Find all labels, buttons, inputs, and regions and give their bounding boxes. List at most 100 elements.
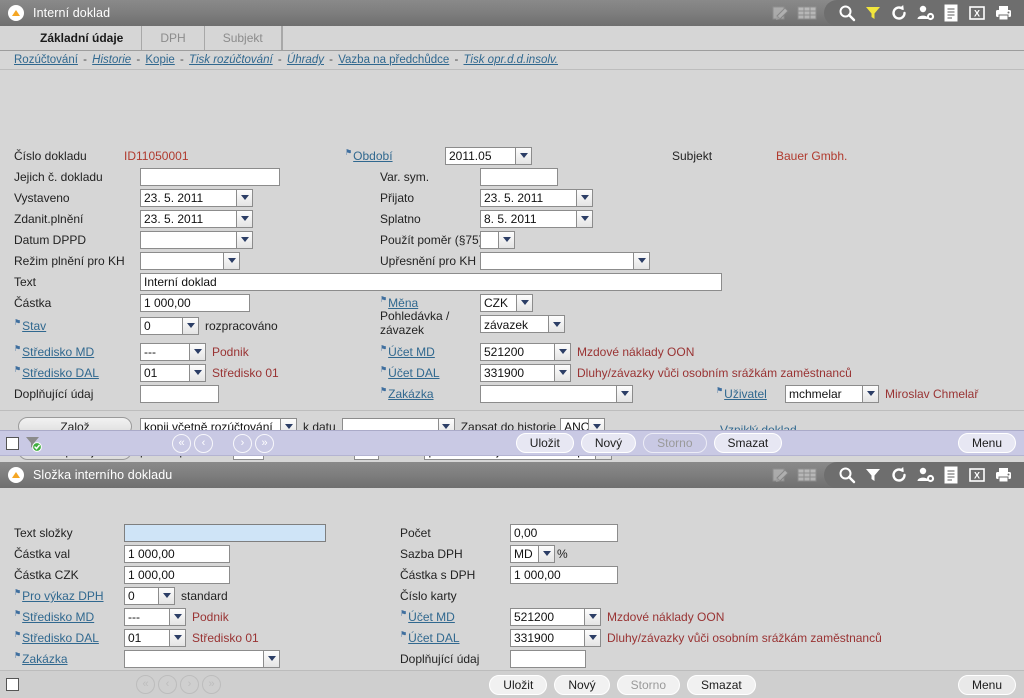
splatno-combo[interactable]: 8. 5. 2011 [480,209,593,228]
chevron-down-icon[interactable] [554,342,571,361]
refresh-icon[interactable] [886,462,912,488]
novy-button[interactable]: Nový [554,674,610,695]
stav-link[interactable]: Stav [22,319,46,333]
ucet-dal-link[interactable]: Účet DAL [388,366,439,380]
ucet-dal-combo[interactable]: 331900 [510,628,601,647]
tab-zakladni-udaje[interactable]: Základní údaje [22,26,143,50]
nav-prev-button[interactable]: ‹ [194,433,213,453]
pouzit-pomer-combo[interactable] [480,230,515,249]
tab-subjekt[interactable]: Subjekt [205,26,282,50]
zdanit-plneni-combo[interactable]: 23. 5. 2011 [140,209,253,228]
statusbar2-checkbox[interactable] [6,678,19,691]
zakazka-combo[interactable] [480,384,633,403]
castka-input[interactable] [140,293,250,312]
chevron-down-icon[interactable] [236,209,253,228]
menu-button[interactable]: Menu [957,433,1016,453]
chevron-down-icon[interactable] [862,384,879,403]
text-slozky-input[interactable] [124,523,326,542]
chevron-down-icon[interactable] [548,315,565,333]
stredisko-dal-link[interactable]: Středisko DAL [22,631,99,645]
prijato-combo[interactable]: 23. 5. 2011 [480,188,593,207]
ucet-dal-combo[interactable]: 331900 [480,363,571,382]
zakazka-combo[interactable] [124,649,280,668]
chevron-down-icon[interactable] [169,607,186,626]
chevron-down-icon[interactable] [223,251,240,270]
link-rozuctovani[interactable]: Rozúčtování [14,54,78,66]
filter-ok-icon[interactable] [25,435,42,452]
chevron-down-icon[interactable] [236,188,253,207]
tab-dph[interactable]: DPH [142,26,205,50]
statusbar1-checkbox[interactable] [6,436,19,450]
ucet-md-combo[interactable]: 521200 [480,342,571,361]
smazat-button[interactable]: Smazat [687,674,756,695]
chevron-down-icon[interactable] [189,363,206,382]
user-settings-icon[interactable] [912,0,938,26]
nav-first-button[interactable]: « [172,433,191,453]
document-icon[interactable] [938,0,964,26]
jejich-c-dokladu-input[interactable] [140,167,280,186]
ulozit-button[interactable]: Uložit [489,674,548,695]
table-grid-icon[interactable] [794,0,820,26]
rezim-plneni-kh-combo[interactable] [140,251,240,270]
refresh-icon[interactable] [886,0,912,26]
stredisko-md-combo[interactable]: --- [140,342,206,361]
nav-next-button[interactable]: › [233,433,252,453]
chevron-down-icon[interactable] [538,544,555,563]
filter-funnel-icon[interactable] [860,462,886,488]
chevron-down-icon[interactable] [498,230,515,249]
chevron-down-icon[interactable] [616,384,633,403]
zakazka-link[interactable]: Zakázka [22,652,67,666]
edit-icon[interactable] [768,0,794,26]
document-icon[interactable] [938,462,964,488]
chevron-down-icon[interactable] [189,342,206,361]
stredisko-dal-combo[interactable]: 01 [124,628,186,647]
vystaveno-combo[interactable]: 23. 5. 2011 [140,188,253,207]
ucet-md-link[interactable]: Účet MD [388,345,435,359]
search-icon[interactable] [834,462,860,488]
filter-funnel-icon[interactable] [860,0,886,26]
chevron-down-icon[interactable] [576,188,593,207]
obdobi-combo[interactable]: 2011.05 [445,146,532,165]
castka-czk-input[interactable] [124,565,230,584]
table-grid-icon[interactable] [794,462,820,488]
doplnujici-udaj-input[interactable] [510,649,586,668]
stav-combo[interactable]: 0 [140,316,199,335]
chevron-down-icon[interactable] [576,209,593,228]
chevron-down-icon[interactable] [554,363,571,382]
link-tisk-rozuctovani[interactable]: Tisk rozúčtování [189,54,273,66]
excel-export-icon[interactable]: X [964,462,990,488]
uzivatel-combo[interactable]: mchmelar [785,384,879,403]
doplnujici-udaj-input[interactable] [140,384,219,403]
link-vazba-na-predchudce[interactable]: Vazba na předchůdce [338,54,449,66]
castka-s-dph-input[interactable] [510,565,618,584]
search-icon[interactable] [834,0,860,26]
ulozit-button[interactable]: Uložit [515,433,574,453]
chevron-down-icon[interactable] [169,628,186,647]
ucet-md-combo[interactable]: 521200 [510,607,601,626]
link-uhrady[interactable]: Úhrady [287,54,324,66]
user-settings-icon[interactable] [912,462,938,488]
chevron-down-icon[interactable] [633,251,650,270]
novy-button[interactable]: Nový [580,433,637,453]
datum-dppd-combo[interactable] [140,230,253,249]
chevron-down-icon[interactable] [263,649,280,668]
link-kopie[interactable]: Kopie [145,54,174,66]
print-icon[interactable] [990,0,1016,26]
pro-vykaz-dph-combo[interactable]: 0 [124,586,175,605]
zakazka-link[interactable]: Zakázka [388,387,433,401]
chevron-down-icon[interactable] [236,230,253,249]
stredisko-dal-link[interactable]: Středisko DAL [22,366,99,380]
uzivatel-link[interactable]: Uživatel [724,387,767,401]
text-input[interactable] [140,272,722,291]
castka-val-input[interactable] [124,544,230,563]
menu-button[interactable]: Menu [957,674,1016,695]
edit-icon[interactable] [768,462,794,488]
chevron-down-icon[interactable] [584,628,601,647]
chevron-down-icon[interactable] [182,316,199,335]
print-icon[interactable] [990,462,1016,488]
nav-last-button[interactable]: » [255,433,274,453]
chevron-down-icon[interactable] [515,146,532,165]
sazba-dph-combo[interactable]: MD [510,544,555,563]
chevron-down-icon[interactable] [584,607,601,626]
smazat-button[interactable]: Smazat [713,433,783,453]
